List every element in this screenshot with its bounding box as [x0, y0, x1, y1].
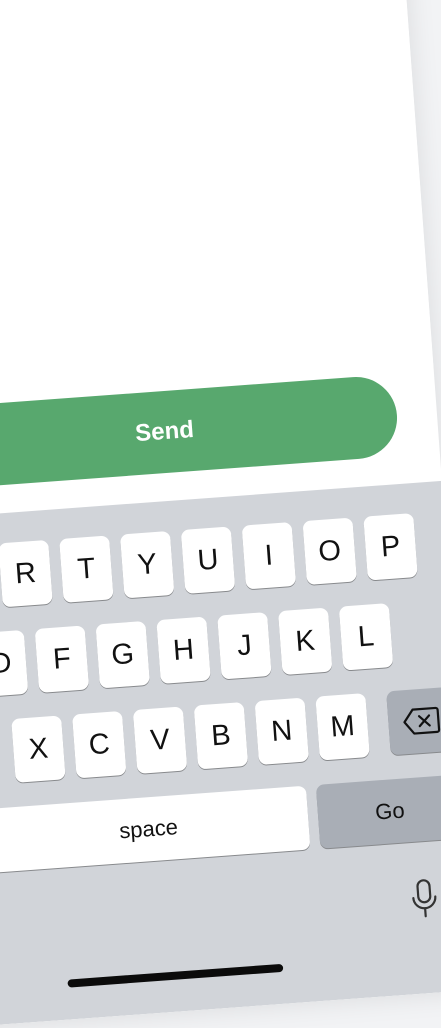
- key-h[interactable]: H: [156, 616, 211, 684]
- key-m[interactable]: M: [315, 693, 370, 761]
- delete-backspace-icon: [403, 706, 441, 735]
- key-l[interactable]: L: [338, 603, 394, 671]
- phone-screen: Send R T Y U I O P D F G H J K L X C V B: [0, 0, 441, 1028]
- keyboard: R T Y U I O P D F G H J K L X C V B N M: [0, 480, 441, 1028]
- key-n[interactable]: N: [254, 697, 310, 766]
- key-b[interactable]: B: [193, 701, 249, 770]
- key-p[interactable]: P: [363, 513, 418, 581]
- key-d[interactable]: D: [0, 629, 29, 698]
- key-i[interactable]: I: [241, 521, 297, 590]
- go-key[interactable]: Go: [315, 774, 441, 849]
- space-key[interactable]: space: [0, 785, 311, 873]
- key-g[interactable]: G: [95, 620, 151, 689]
- delete-key[interactable]: [386, 686, 441, 756]
- key-k[interactable]: K: [277, 607, 333, 676]
- key-v[interactable]: V: [132, 706, 188, 774]
- microphone-icon[interactable]: [409, 877, 440, 921]
- key-y[interactable]: Y: [119, 530, 175, 599]
- content-area: [0, 0, 434, 410]
- key-u[interactable]: U: [180, 526, 236, 594]
- key-x[interactable]: X: [11, 715, 66, 783]
- key-j[interactable]: J: [217, 612, 272, 680]
- key-t[interactable]: T: [59, 535, 114, 603]
- key-o[interactable]: O: [302, 517, 357, 586]
- key-f[interactable]: F: [34, 625, 90, 693]
- key-c[interactable]: C: [71, 710, 127, 779]
- key-r[interactable]: R: [0, 539, 53, 608]
